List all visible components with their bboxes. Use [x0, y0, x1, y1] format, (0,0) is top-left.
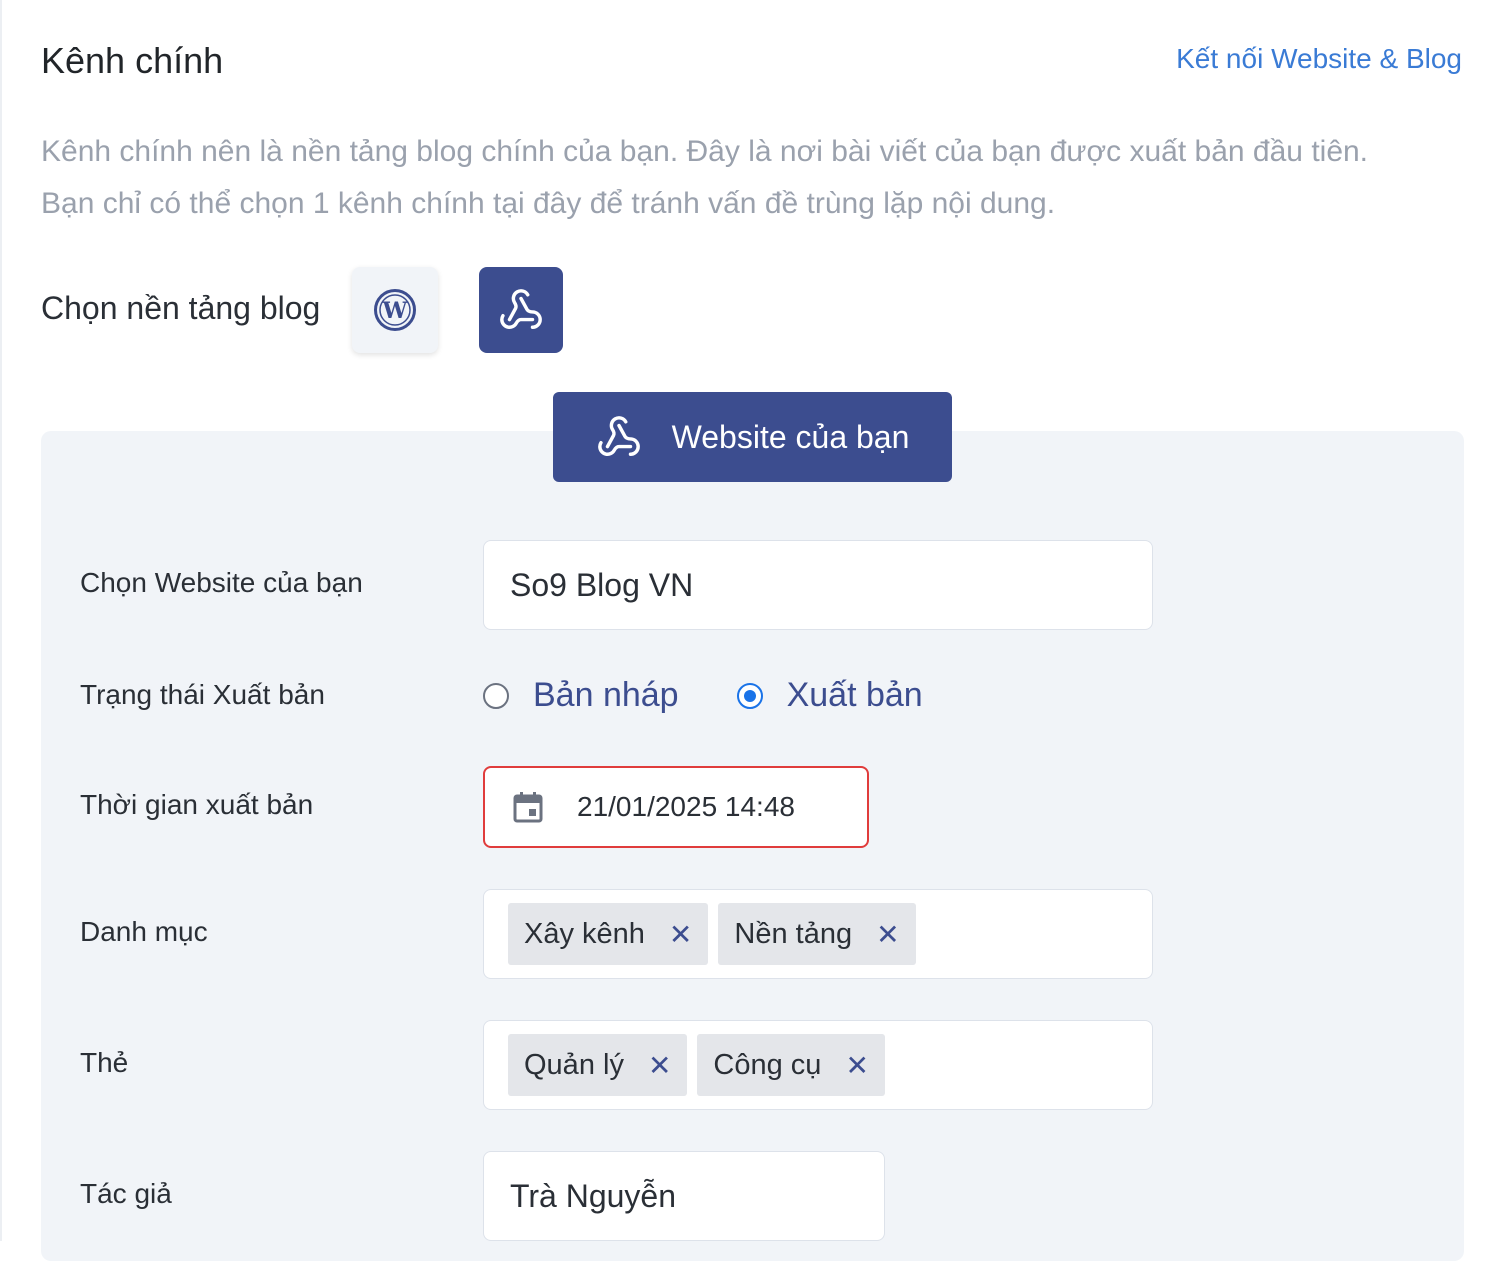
tags-input[interactable]: Quản lý ✕ Công cụ ✕ — [483, 1020, 1153, 1110]
radio-circle-publish[interactable] — [736, 682, 763, 709]
tag-chip: Công cụ ✕ — [697, 1034, 885, 1096]
remove-chip-icon[interactable]: ✕ — [876, 918, 899, 951]
left-border — [0, 0, 2, 1241]
webhook-icon — [500, 289, 542, 329]
platform-wordpress-button[interactable]: W — [352, 267, 438, 353]
webhook-icon — [597, 416, 640, 456]
section-description: Kênh chính nên là nền tảng blog chính củ… — [41, 126, 1461, 230]
category-label: Danh mục — [80, 916, 208, 947]
description-line-1: Kênh chính nên là nền tảng blog chính củ… — [41, 135, 1369, 168]
publish-time-label: Thời gian xuất bản — [80, 789, 314, 820]
website-select-value: So9 Blog VN — [510, 566, 694, 603]
status-draft-label: Bản nháp — [533, 676, 679, 714]
calendar-icon — [513, 792, 543, 823]
status-draft-radio[interactable]: Bản nháp — [483, 676, 679, 715]
tag-chip-label: Quản lý — [524, 1048, 624, 1081]
category-chip: Xây kênh ✕ — [508, 903, 709, 965]
remove-chip-icon[interactable]: ✕ — [845, 1049, 868, 1082]
section-title: Kênh chính — [41, 40, 224, 81]
website-tab-label: Website của bạn — [671, 418, 910, 455]
platform-website-button[interactable] — [479, 267, 563, 353]
tag-chip-label: Công cụ — [713, 1048, 822, 1081]
publish-time-value: 21/01/2025 14:48 — [577, 791, 795, 822]
remove-chip-icon[interactable]: ✕ — [648, 1049, 671, 1082]
svg-text:W: W — [382, 298, 408, 324]
category-tags-input[interactable]: Xây kênh ✕ Nền tảng ✕ — [483, 889, 1153, 979]
tags-label: Thẻ — [80, 1047, 129, 1078]
description-line-2: Bạn chỉ có thể chọn 1 kênh chính tại đây… — [41, 187, 1056, 220]
wordpress-icon: W — [374, 289, 416, 331]
category-chip-label: Xây kênh — [524, 917, 645, 950]
category-chip: Nền tảng ✕ — [718, 903, 916, 965]
radio-circle-draft[interactable] — [483, 682, 509, 709]
status-label: Trạng thái Xuất bản — [80, 679, 325, 710]
website-label: Chọn Website của bạn — [80, 567, 363, 598]
status-radio-group: Bản nháp Xuất bản — [483, 676, 981, 715]
platform-label: Chọn nền tảng blog — [41, 290, 321, 326]
publish-time-picker[interactable]: 21/01/2025 14:48 — [483, 766, 869, 848]
author-select[interactable]: Trà Nguyễn — [483, 1151, 885, 1241]
status-publish-label: Xuất bản — [786, 676, 923, 714]
category-chip-label: Nền tảng — [734, 917, 853, 950]
connect-website-link[interactable]: Kết nối Website & Blog — [1176, 43, 1462, 75]
website-select[interactable]: So9 Blog VN — [483, 540, 1153, 630]
remove-chip-icon[interactable]: ✕ — [669, 918, 692, 951]
tag-chip: Quản lý ✕ — [508, 1034, 688, 1096]
author-label: Tác giả — [80, 1178, 172, 1209]
website-tab-button[interactable]: Website của bạn — [553, 392, 952, 482]
status-publish-radio[interactable]: Xuất bản — [736, 676, 923, 715]
author-select-value: Trà Nguyễn — [510, 1177, 676, 1214]
